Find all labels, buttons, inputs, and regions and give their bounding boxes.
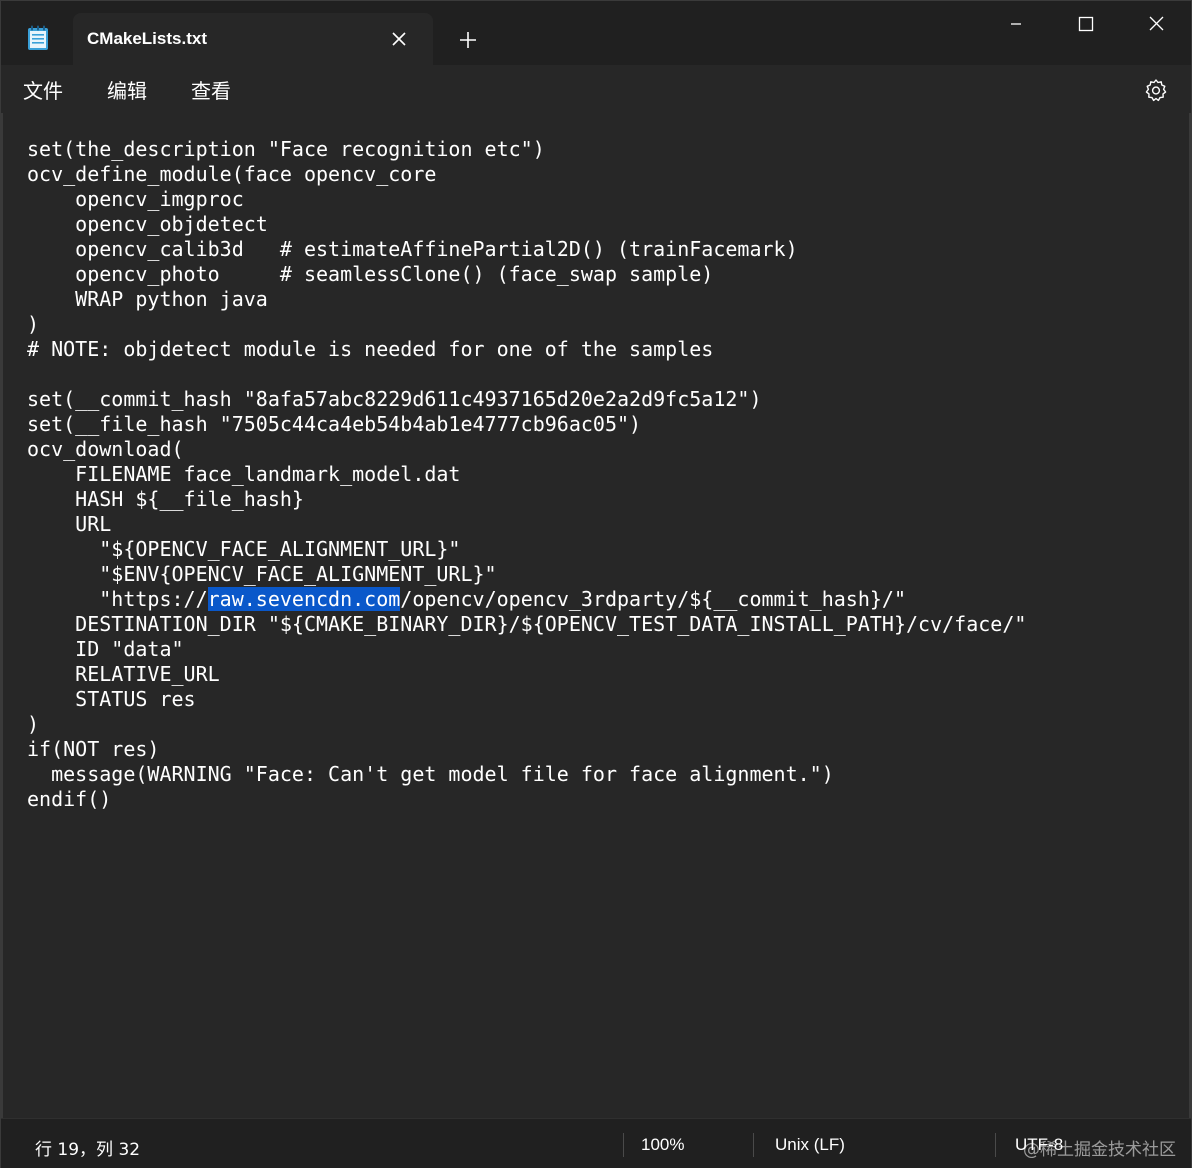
code-line[interactable]: endif() [27,787,1026,812]
tab-cmakelists[interactable]: CMakeLists.txt [73,13,433,65]
zoom-level[interactable]: 100% [641,1135,684,1155]
menu-edit[interactable]: 编辑 [107,75,147,104]
code-line[interactable] [27,362,1026,387]
status-divider [753,1133,754,1157]
plus-icon[interactable] [457,29,479,51]
code-line[interactable]: opencv_calib3d # estimateAffinePartial2D… [27,237,1026,262]
line-ending[interactable]: Unix (LF) [775,1135,845,1155]
url-suffix: /opencv/opencv_3rdparty/${__commit_hash}… [400,587,907,611]
notepad-window: CMakeLists.txt 文件 编辑 查看 set(the_descript… [0,0,1192,1168]
status-divider [623,1133,624,1157]
notepad-icon [28,25,48,50]
url-prefix: "https:// [27,587,208,611]
close-window-icon[interactable] [1121,1,1191,47]
code-line[interactable]: DESTINATION_DIR "${CMAKE_BINARY_DIR}/${O… [27,612,1026,637]
tab-title: CMakeLists.txt [87,29,207,48]
code-line[interactable]: set(__commit_hash "8afa57abc8229d611c493… [27,387,1026,412]
title-bar[interactable]: CMakeLists.txt [1,1,1191,65]
code-line[interactable]: ) [27,312,1026,337]
maximize-icon[interactable] [1051,1,1121,47]
code-line[interactable]: set(__file_hash "7505c44ca4eb54b4ab1e477… [27,412,1026,437]
vertical-scrollbar[interactable] [1189,113,1191,1118]
minimize-icon[interactable] [981,1,1051,47]
cursor-position[interactable]: 行 19，列 32 [35,1135,140,1160]
gear-icon[interactable] [1143,77,1169,103]
status-divider [995,1133,996,1157]
left-edge [1,113,3,1118]
code-line[interactable]: if(NOT res) [27,737,1026,762]
watermark: @稀土掘金技术社区 [1023,1140,1176,1160]
code-line[interactable]: opencv_imgproc [27,187,1026,212]
code-line[interactable]: # NOTE: objdetect module is needed for o… [27,337,1026,362]
code-line[interactable]: ocv_download( [27,437,1026,462]
code-line[interactable]: ID "data" [27,637,1026,662]
menu-view[interactable]: 查看 [191,75,231,104]
code-line[interactable]: opencv_objdetect [27,212,1026,237]
code-line[interactable]: "$ENV{OPENCV_FACE_ALIGNMENT_URL}" [27,562,1026,587]
editor-content[interactable]: set(the_description "Face recognition et… [27,137,1026,812]
code-line[interactable]: "${OPENCV_FACE_ALIGNMENT_URL}" [27,537,1026,562]
code-line[interactable]: FILENAME face_landmark_model.dat [27,462,1026,487]
text-editor[interactable]: set(the_description "Face recognition et… [1,113,1191,1118]
code-line[interactable]: URL [27,512,1026,537]
code-line[interactable]: WRAP python java [27,287,1026,312]
menu-file[interactable]: 文件 [23,75,63,104]
menu-bar: 文件 编辑 查看 [1,65,1191,113]
code-line[interactable]: message(WARNING "Face: Can't get model f… [27,762,1026,787]
close-icon[interactable] [387,27,411,51]
code-line[interactable]: opencv_photo # seamlessClone() (face_swa… [27,262,1026,287]
status-bar: 行 19，列 32 100% Unix (LF) UTF-8 @稀土掘金技术社区 [1,1118,1191,1168]
code-line[interactable]: "https://raw.sevencdn.com/opencv/opencv_… [27,587,1026,612]
selected-text[interactable]: raw.sevencdn.com [207,587,401,611]
code-line[interactable]: HASH ${__file_hash} [27,487,1026,512]
code-line[interactable]: ) [27,712,1026,737]
code-line[interactable]: set(the_description "Face recognition et… [27,137,1026,162]
code-line[interactable]: STATUS res [27,687,1026,712]
code-line[interactable]: ocv_define_module(face opencv_core [27,162,1026,187]
code-line[interactable]: RELATIVE_URL [27,662,1026,687]
